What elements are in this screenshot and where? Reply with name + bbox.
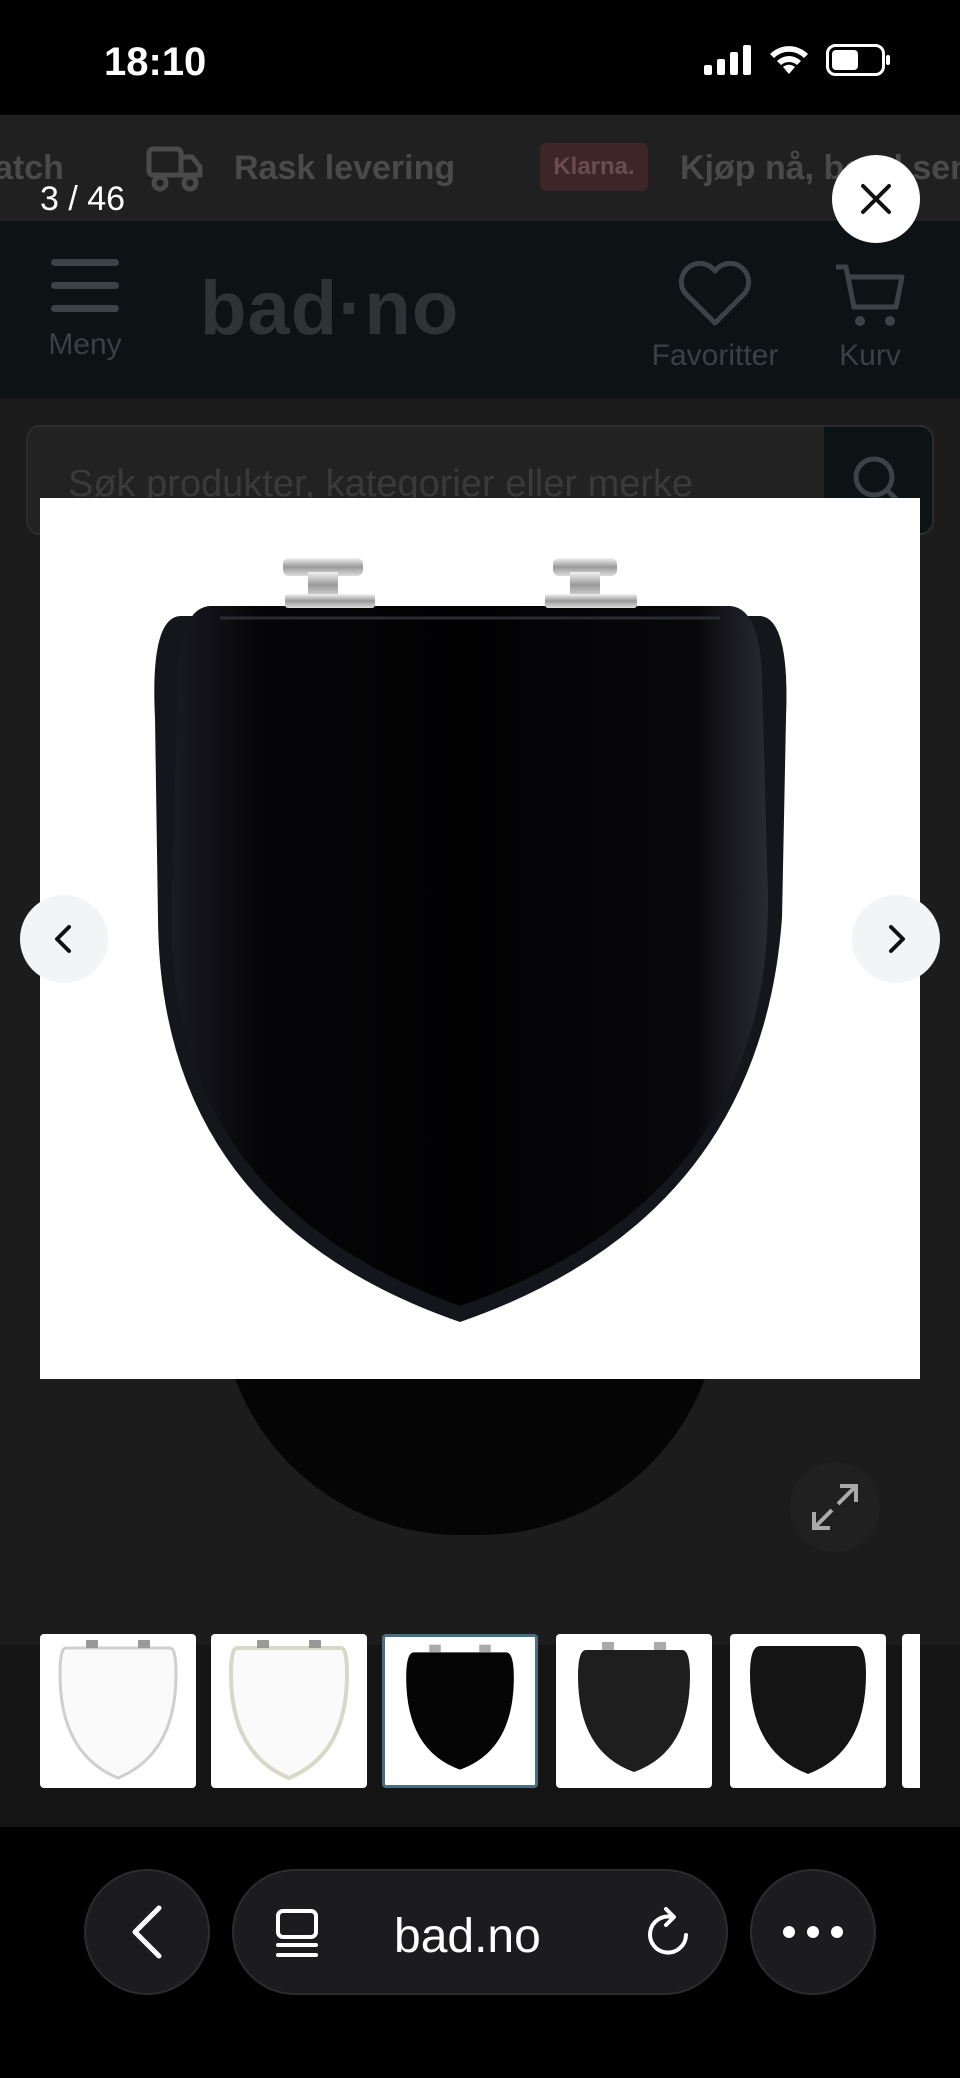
status-icons (704, 44, 892, 76)
wifi-icon (770, 46, 808, 74)
close-gallery-button[interactable] (832, 155, 920, 243)
image-counter: 3 / 46 (40, 180, 126, 218)
site-header: Meny bad·no Favoritter Kurv (0, 221, 960, 399)
ellipsis-icon (783, 1926, 843, 1938)
heart-icon (678, 261, 752, 326)
status-bar: 18:10 (0, 0, 960, 115)
hamburger-icon (51, 259, 119, 266)
chevron-left-icon (132, 1905, 162, 1959)
tabs-icon (276, 1909, 318, 1957)
favorites-button: Favoritter (640, 261, 790, 373)
menu-button: Meny (40, 259, 130, 362)
toilet-seat-image (154, 558, 787, 1322)
thumbnail-image (406, 1644, 514, 1770)
fullscreen-button[interactable] (790, 1462, 880, 1552)
product-image[interactable] (40, 498, 920, 1379)
thumbnail-6[interactable] (902, 1634, 920, 1788)
reload-icon[interactable] (642, 1905, 696, 1961)
thumbnail-3-active[interactable] (382, 1634, 538, 1788)
promo-strip: atch Rask levering Klarna. Kjøp nå, beta… (0, 115, 960, 221)
cellular-signal-icon (704, 45, 751, 75)
thumbnail-1[interactable] (40, 1634, 196, 1788)
delivery-truck-icon (146, 146, 203, 192)
next-image-button[interactable] (852, 895, 940, 983)
thumbnail-5[interactable] (730, 1634, 886, 1788)
cart-button: Kurv (830, 261, 910, 373)
chevron-right-icon (889, 925, 905, 953)
url-text: bad.no (394, 1910, 541, 1963)
promo-text-2: Rask levering (234, 149, 456, 187)
cart-icon (836, 264, 905, 326)
thumbnail-image (578, 1642, 690, 1772)
expand-icon (812, 1484, 858, 1530)
site-logo: bad·no (200, 266, 460, 351)
thumbnail-2[interactable] (211, 1634, 367, 1788)
browser-toolbar: bad.no (0, 1827, 960, 2078)
chevron-left-icon (55, 925, 71, 953)
thumbnail-image (750, 1646, 866, 1774)
more-options-button[interactable] (750, 1869, 876, 1995)
thumbnail-4[interactable] (556, 1634, 712, 1788)
status-time: 18:10 (104, 40, 207, 84)
cart-label: Kurv (839, 339, 901, 372)
hamburger-icon-bar (51, 282, 119, 289)
promo-text-3: Kjøp nå, betal senere (680, 149, 960, 187)
previous-image-button[interactable] (20, 895, 108, 983)
thumbnail-image (58, 1640, 178, 1780)
klarna-badge: Klarna. (540, 143, 648, 191)
close-icon (861, 184, 891, 214)
battery-icon (826, 44, 890, 76)
thumbnail-strip (40, 1634, 920, 1790)
menu-label: Meny (48, 328, 122, 361)
favorites-label: Favoritter (651, 339, 779, 372)
address-bar[interactable]: bad.no (232, 1869, 728, 1995)
browser-back-button[interactable] (84, 1869, 210, 1995)
hamburger-icon-bar (51, 305, 119, 312)
thumbnail-image (228, 1640, 350, 1781)
